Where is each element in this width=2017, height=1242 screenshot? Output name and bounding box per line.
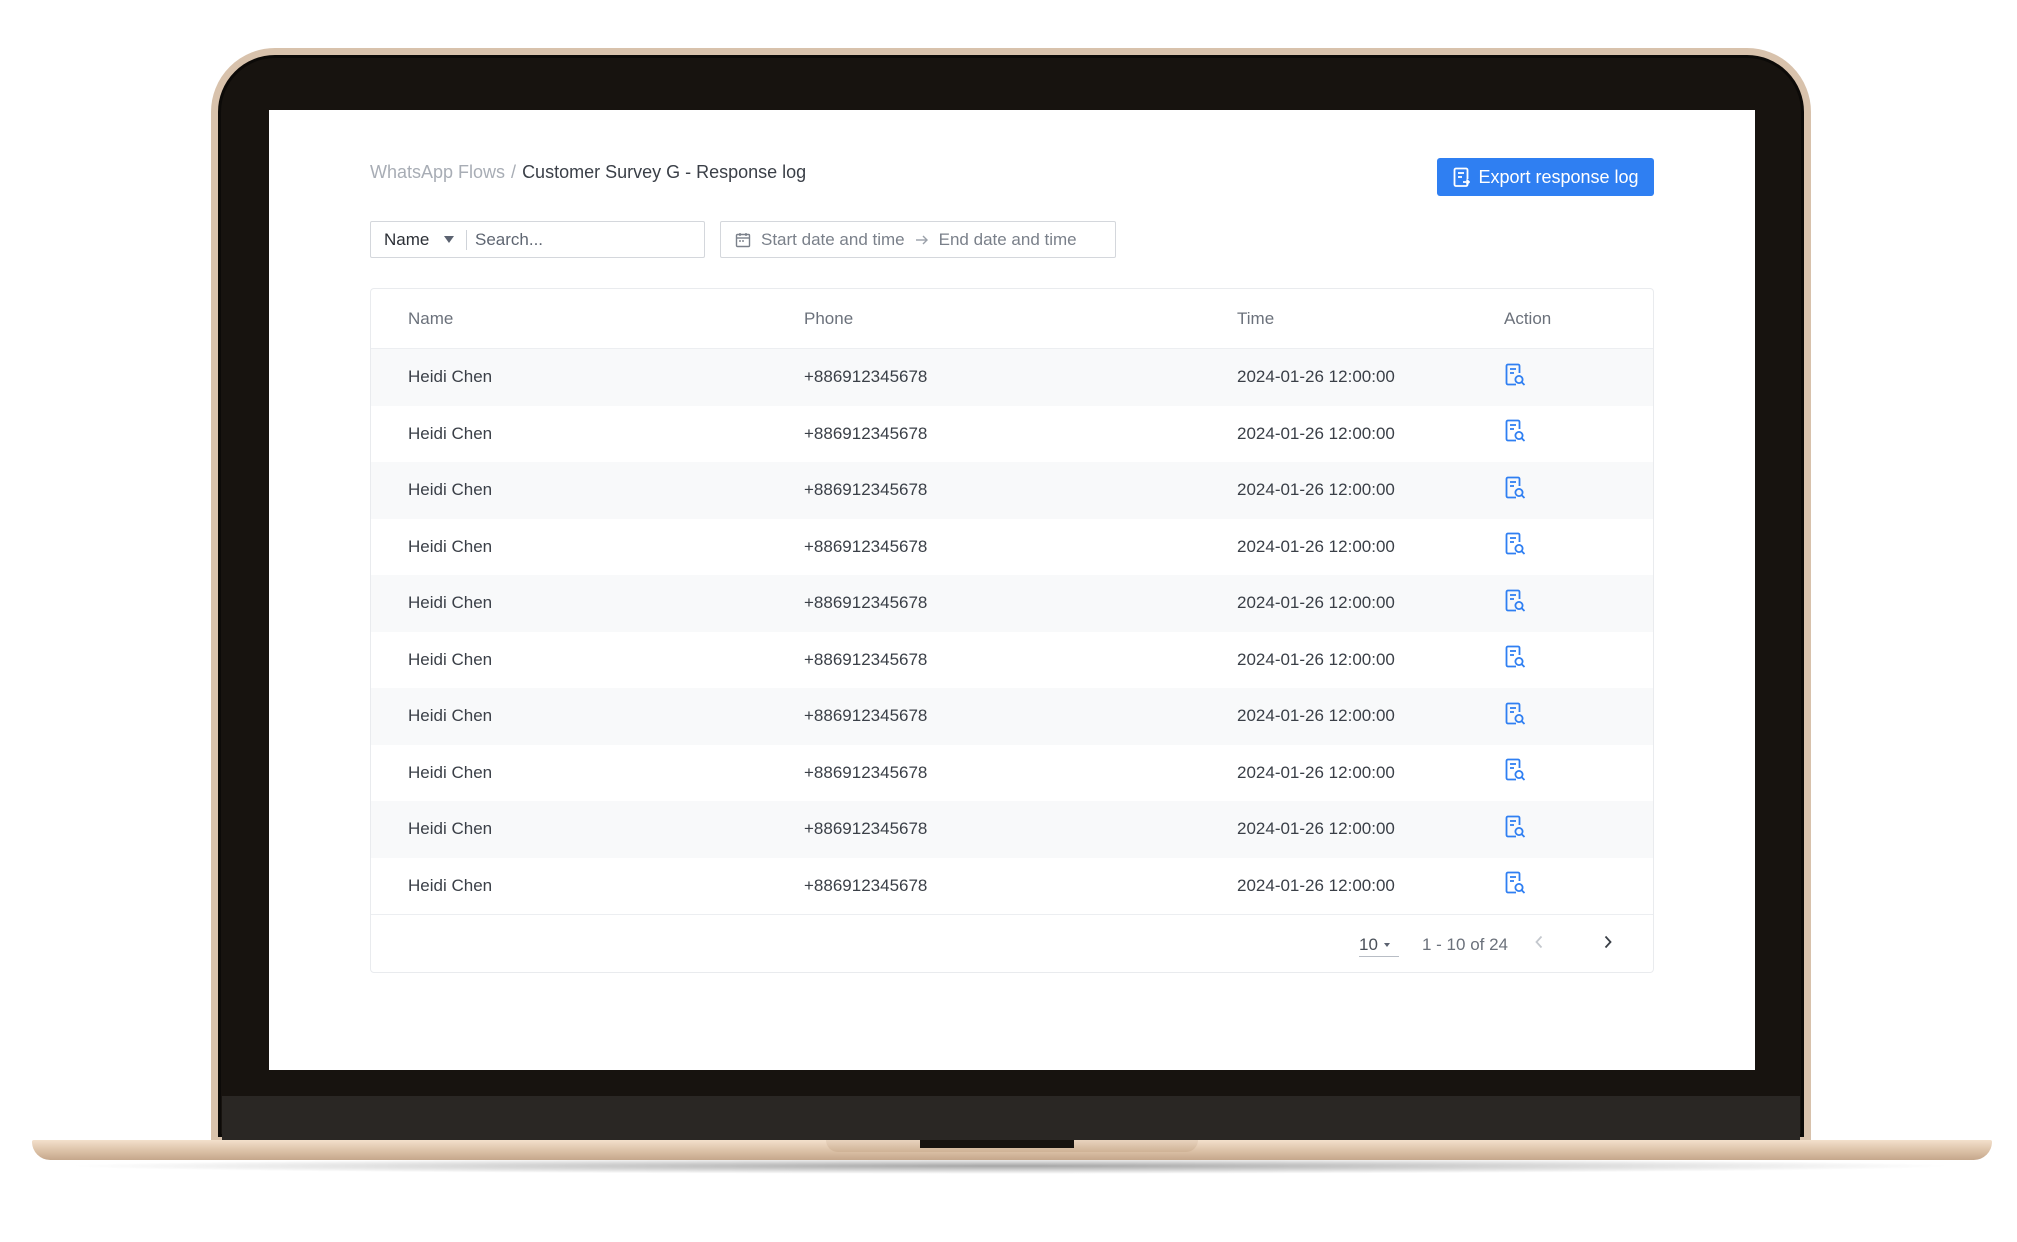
cell-time: 2024-01-26 12:00:00 [1237,367,1395,387]
cell-time: 2024-01-26 12:00:00 [1237,762,1395,782]
search-field-value: Name [384,229,430,249]
caret-down-icon [444,236,455,243]
table-body: Heidi Chen +886912345678 2024-01-26 12:00:… [371,349,1653,914]
cell-phone: +886912345678 [804,649,928,669]
cell-phone: +886912345678 [804,536,928,556]
caret-down-icon [1383,942,1390,947]
cell-phone: +886912345678 [804,480,928,500]
view-response-icon[interactable] [1500,419,1526,443]
cell-time: 2024-01-26 12:00:00 [1237,706,1395,726]
cell-time: 2024-01-26 12:00:00 [1237,819,1395,839]
search-filter: Name [370,221,705,258]
search-field-select[interactable]: Name [371,222,466,257]
table-row: Heidi Chen +886912345678 2024-01-26 12:00:… [371,575,1653,632]
cell-name: Heidi Chen [408,423,493,443]
view-response-icon[interactable] [1500,532,1526,556]
pagination-range: 1 - 10 of 24 [1422,935,1509,954]
cell-action [1500,645,1653,674]
view-response-icon[interactable] [1500,645,1526,669]
response-log-table: Name Phone Time Action Heidi Chen +886912… [370,288,1654,973]
cell-name: Heidi Chen [408,762,493,782]
cell-action [1500,758,1653,787]
cell-name: Heidi Chen [408,367,493,387]
table-row: Heidi Chen +886912345678 2024-01-26 12:00:… [371,519,1653,576]
cell-name: Heidi Chen [408,706,493,726]
table-row: Heidi Chen +886912345678 2024-01-26 12:00:… [371,632,1653,689]
cell-phone: +886912345678 [804,819,928,839]
cell-name: Heidi Chen [408,593,493,613]
cell-action [1500,532,1653,561]
cell-phone: +886912345678 [804,762,928,782]
cell-time: 2024-01-26 12:00:00 [1237,875,1395,895]
search-input[interactable] [467,222,704,257]
cell-time: 2024-01-26 12:00:00 [1237,423,1395,443]
cell-time: 2024-01-26 12:00:00 [1237,480,1395,500]
table-row: Heidi Chen +886912345678 2024-01-26 12:00:… [371,801,1653,858]
cell-phone: +886912345678 [804,367,928,387]
cell-phone: +886912345678 [804,706,928,726]
column-header-name: Name [408,308,454,328]
cell-action [1500,871,1653,900]
view-response-icon[interactable] [1500,589,1526,613]
view-response-icon[interactable] [1500,702,1526,726]
cell-time: 2024-01-26 12:00:00 [1237,649,1395,669]
cell-time: 2024-01-26 12:00:00 [1237,536,1395,556]
table-row: Heidi Chen +886912345678 2024-01-26 12:00:… [371,406,1653,463]
laptop-notch [920,1140,1074,1148]
view-response-icon[interactable] [1500,815,1526,839]
chevron-left-icon [1535,935,1543,949]
view-response-icon[interactable] [1500,476,1526,500]
arrow-right-icon [915,234,929,246]
page-size-select[interactable]: 10 [1359,933,1399,957]
page-size-value: 10 [1359,934,1378,954]
table-row: Heidi Chen +886912345678 2024-01-26 12:00:… [371,688,1653,745]
chevron-right-icon [1604,935,1612,949]
view-response-icon[interactable] [1500,758,1526,782]
cell-phone: +886912345678 [804,875,928,895]
previous-page-button[interactable] [1534,934,1544,950]
cell-action [1500,815,1653,844]
table-row: Heidi Chen +886912345678 2024-01-26 12:00:… [371,349,1653,406]
breadcrumb-separator: / [511,162,517,182]
calendar-icon [735,232,751,248]
end-date-field[interactable]: End date and time [939,230,1077,250]
cell-action [1500,476,1653,505]
export-response-log-button[interactable]: Export response log [1437,158,1654,196]
export-button-label: Export response log [1478,166,1639,187]
view-response-icon[interactable] [1500,363,1526,387]
laptop-bottom-bezel [222,1096,1800,1144]
cell-name: Heidi Chen [408,480,493,500]
view-response-icon[interactable] [1500,871,1526,895]
cell-time: 2024-01-26 12:00:00 [1237,593,1395,613]
cell-phone: +886912345678 [804,423,928,443]
cell-action [1500,702,1653,731]
laptop-shadow [60,1158,1960,1174]
cell-phone: +886912345678 [804,593,928,613]
table-header: Name Phone Time Action [371,289,1653,349]
app-screen: WhatsApp Flows / Customer Survey G - Respo… [269,110,1755,1070]
breadcrumb-parent-link[interactable]: WhatsApp Flows [370,162,505,182]
breadcrumb-current: Customer Survey G - Response log [522,162,807,182]
table-row: Heidi Chen +886912345678 2024-01-26 12:00:… [371,462,1653,519]
cell-name: Heidi Chen [408,819,493,839]
column-header-phone: Phone [804,308,854,328]
cell-action [1500,419,1653,448]
cell-action [1500,363,1653,392]
table-row: Heidi Chen +886912345678 2024-01-26 12:00:… [371,858,1653,915]
cell-name: Heidi Chen [408,649,493,669]
export-document-icon [1452,167,1471,187]
column-header-time: Time [1237,308,1275,328]
start-date-field[interactable]: Start date and time [761,230,905,250]
cell-action [1500,589,1653,618]
next-page-button[interactable] [1603,934,1613,950]
pagination: 10 1 - 10 of 24 [371,914,1653,972]
column-header-action: Action [1504,308,1552,328]
cell-name: Heidi Chen [408,875,493,895]
date-range-picker[interactable]: Start date and time End date and time [720,221,1116,258]
breadcrumb: WhatsApp Flows / Customer Survey G - Respo… [370,162,806,183]
cell-name: Heidi Chen [408,536,493,556]
table-row: Heidi Chen +886912345678 2024-01-26 12:00:… [371,745,1653,802]
